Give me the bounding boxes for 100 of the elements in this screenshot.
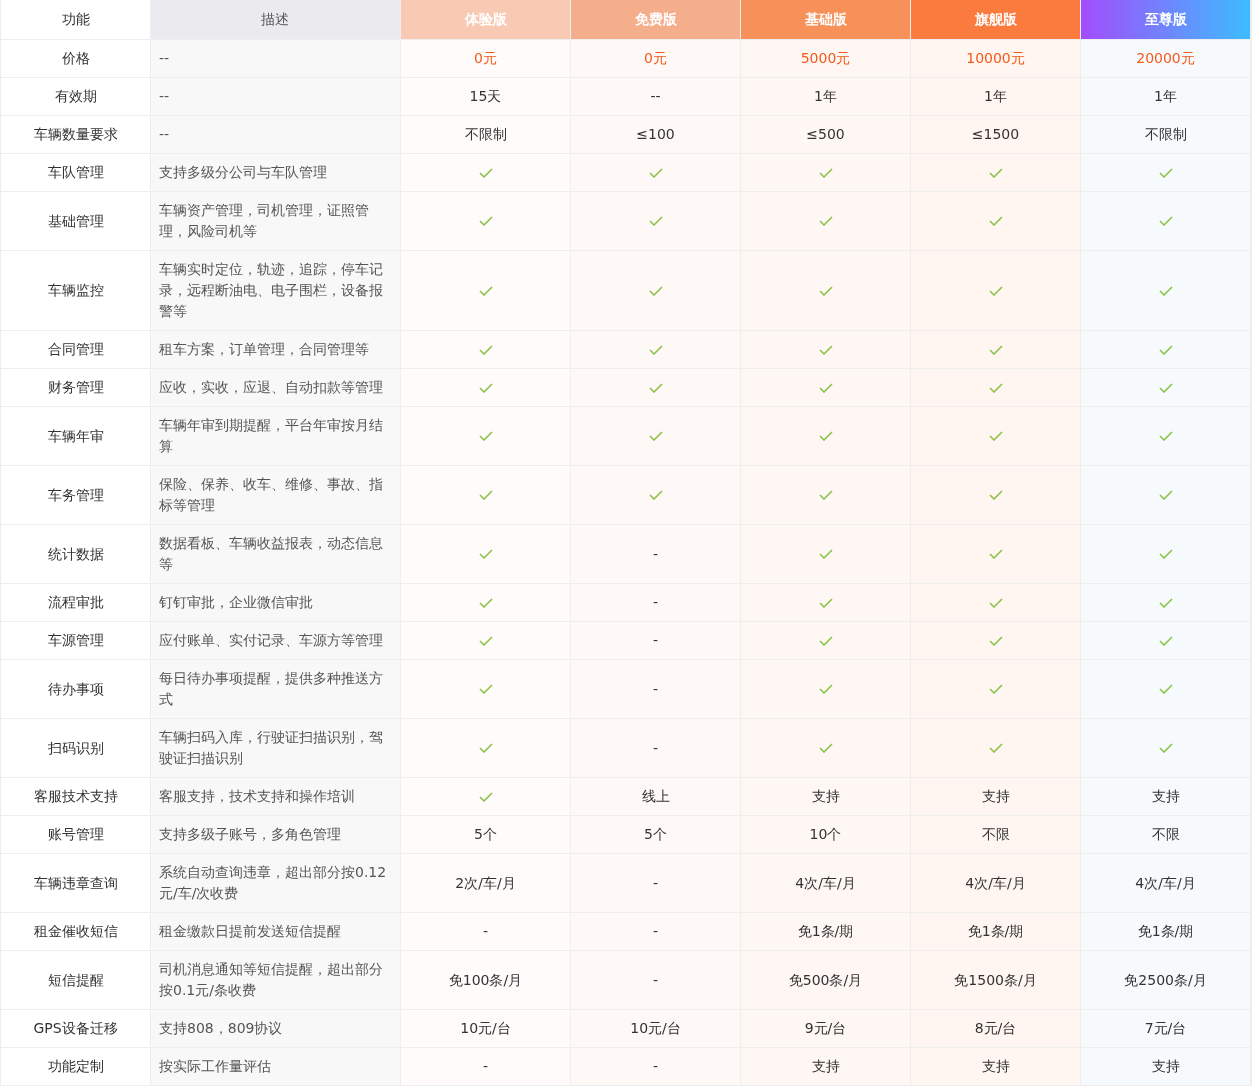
- plan-value: 8元/台: [974, 1019, 1017, 1038]
- plan-value: 支持: [1151, 1057, 1180, 1076]
- check-icon: [478, 285, 493, 296]
- check-icon: [988, 635, 1003, 646]
- plan-value: 免100条/月: [448, 970, 523, 990]
- check-icon: [988, 684, 1003, 694]
- plan-value: 1年: [984, 87, 1007, 106]
- plan-value: 免2500条/月: [1124, 970, 1207, 990]
- plan-header: 旗舰版: [911, 0, 1080, 39]
- check-icon: [648, 285, 663, 296]
- feature-description: 系统自动查询违章，超出部分按0.12元/车/次收费: [151, 854, 400, 912]
- check-icon: [818, 216, 833, 226]
- check-icon: [478, 382, 493, 393]
- feature-name: 有效期: [1, 78, 150, 115]
- plan-value: 支持: [981, 1057, 1010, 1076]
- column-header: 功能: [1, 0, 150, 39]
- check-icon: [648, 167, 663, 178]
- plan-value: 免1条/期: [967, 922, 1024, 941]
- feature-name: 车源管理: [1, 622, 150, 659]
- check-icon: [478, 684, 493, 694]
- feature-name: 车务管理: [1, 466, 150, 524]
- plan-header: 体验版: [401, 0, 570, 39]
- feature-description: 保险、保养、收车、维修、事故、指标等管理: [151, 466, 400, 524]
- plan-value: 免500条/月: [788, 970, 863, 990]
- feature-name: 扫码识别: [1, 719, 150, 777]
- plan-value: -: [652, 631, 659, 650]
- check-icon: [1158, 344, 1173, 355]
- check-icon: [818, 597, 833, 608]
- feature-description: 支持多级分公司与车队管理: [151, 154, 400, 191]
- plan-value: 支持: [811, 1057, 840, 1076]
- feature-name: 价格: [1, 40, 150, 77]
- feature-name: 车辆监控: [1, 251, 150, 330]
- feature-description: 车辆实时定位，轨迹，追踪，停车记录，远程断油电、电子围栏，设备报警等: [151, 251, 400, 330]
- feature-name: 统计数据: [1, 525, 150, 583]
- check-icon: [988, 490, 1003, 500]
- feature-description: 每日待办事项提醒，提供多种推送方式: [151, 660, 400, 718]
- plan-value: 支持: [1151, 787, 1180, 806]
- plan-value: 4次/车/月: [795, 873, 856, 893]
- feature-name: 车辆年审: [1, 407, 150, 465]
- check-icon: [818, 285, 833, 296]
- feature-description: 按实际工作量评估: [151, 1048, 400, 1085]
- feature-name: 客服技术支持: [1, 778, 150, 815]
- plan-value: 2次/车/月: [455, 873, 516, 893]
- feature-description: 司机消息通知等短信提醒，超出部分按0.1元/条收费: [151, 951, 400, 1009]
- check-icon: [988, 285, 1003, 296]
- check-icon: [1158, 285, 1173, 296]
- plan-value: 免1条/期: [797, 922, 854, 941]
- plan-value: 9元/台: [804, 1019, 847, 1038]
- price-value: 20000元: [1136, 49, 1195, 68]
- feature-name: 车辆违章查询: [1, 854, 150, 912]
- feature-description: 车辆资产管理，司机管理，证照管理，风险司机等: [151, 192, 400, 250]
- plan-value: -: [482, 922, 489, 941]
- plan-value: -: [652, 738, 659, 758]
- feature-description: 租金缴款日提前发送短信提醒: [151, 913, 400, 950]
- feature-name: 功能定制: [1, 1048, 150, 1085]
- plan-value: 5个: [474, 825, 497, 844]
- check-icon: [988, 344, 1003, 355]
- price-value: 0元: [474, 49, 497, 68]
- plan-value: 不限制: [1144, 125, 1187, 144]
- feature-name: 车队管理: [1, 154, 150, 191]
- feature-description: 车辆年审到期提醒，平台年审按月结算: [151, 407, 400, 465]
- feature-name: 流程审批: [1, 584, 150, 621]
- feature-description: 支持多级子账号，多角色管理: [151, 816, 400, 853]
- feature-name: 待办事项: [1, 660, 150, 718]
- check-icon: [478, 216, 493, 226]
- check-icon: [988, 167, 1003, 178]
- check-icon: [478, 791, 493, 802]
- check-icon: [818, 431, 833, 441]
- feature-name: 基础管理: [1, 192, 150, 250]
- plan-value: 1年: [814, 87, 837, 106]
- check-icon: [1158, 431, 1173, 441]
- plan-value: -: [652, 679, 659, 699]
- feature-name: 短信提醒: [1, 951, 150, 1009]
- check-icon: [818, 549, 833, 559]
- plan-value: 支持: [811, 787, 840, 806]
- plan-value: -: [652, 970, 659, 990]
- check-icon: [478, 549, 493, 559]
- plan-value: 4次/车/月: [1135, 873, 1196, 893]
- check-icon: [818, 490, 833, 500]
- check-icon: [478, 743, 493, 753]
- feature-description: 数据看板、车辆收益报表，动态信息等: [151, 525, 400, 583]
- feature-description: --: [151, 78, 400, 115]
- plan-value: 线上: [641, 787, 670, 806]
- price-value: 10000元: [966, 49, 1025, 68]
- feature-description: 车辆扫码入库，行驶证扫描识别，驾驶证扫描识别: [151, 719, 400, 777]
- plan-value: -: [482, 1057, 489, 1076]
- plan-value: ≤1500: [971, 125, 1020, 144]
- feature-description: --: [151, 40, 400, 77]
- plan-header: 免费版: [571, 0, 740, 39]
- plan-value: 支持: [981, 787, 1010, 806]
- feature-description: 钉钉审批，企业微信审批: [151, 584, 400, 621]
- check-icon: [988, 549, 1003, 559]
- feature-name: 财务管理: [1, 369, 150, 406]
- check-icon: [988, 431, 1003, 441]
- plan-value: --: [650, 87, 661, 106]
- feature-description: 支持808，809协议: [151, 1010, 400, 1047]
- check-icon: [648, 382, 663, 393]
- plan-header: 基础版: [741, 0, 910, 39]
- plan-value: -: [652, 922, 659, 941]
- check-icon: [478, 635, 493, 646]
